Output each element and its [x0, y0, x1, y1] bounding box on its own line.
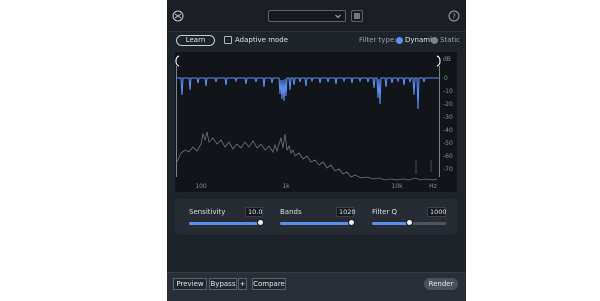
db-tick: -10 — [443, 88, 453, 95]
bands-label: Bands — [280, 208, 302, 216]
parameter-panel: Sensitivity 10.0 Bands 1020 Filter Q 100… — [175, 199, 457, 235]
logo-icon[interactable] — [172, 10, 184, 22]
filter-q-slider[interactable] — [372, 219, 446, 226]
db-tick: -70 — [443, 166, 453, 173]
adaptive-mode-label: Adaptive mode — [235, 36, 289, 44]
bands-slider-thumb[interactable] — [348, 219, 356, 226]
right-bracket-handle[interactable] — [436, 55, 441, 67]
filter-type-label: Filter type: — [359, 36, 397, 44]
db-tick: -60 — [443, 153, 453, 160]
chevron-down-icon — [335, 14, 341, 19]
static-label: Static — [440, 36, 461, 44]
sensitivity-slider-fill — [189, 222, 261, 225]
filter-type-static-radio[interactable] — [431, 37, 438, 44]
sensitivity-label: Sensitivity — [189, 208, 226, 216]
filter-curve — [177, 77, 439, 110]
preview-button[interactable]: Preview — [173, 278, 207, 290]
menu-button[interactable] — [351, 10, 363, 22]
db-tick: -30 — [443, 114, 453, 121]
learn-button[interactable]: Learn — [176, 35, 215, 46]
hamburger-menu-icon — [354, 13, 360, 19]
filter-q-slider-thumb[interactable] — [405, 219, 413, 226]
filter-q-label: Filter Q — [372, 208, 398, 216]
filter-q-value[interactable]: 1000 — [427, 207, 447, 217]
help-icon[interactable]: ? — [448, 10, 460, 22]
filter-type-dynamic-radio[interactable] — [396, 37, 403, 44]
bands-slider[interactable] — [280, 219, 356, 226]
sensitivity-slider-thumb[interactable] — [257, 219, 265, 226]
bands-slider-fill — [280, 222, 352, 225]
sensitivity-value[interactable]: 10.0 — [245, 207, 263, 217]
sensitivity-slider[interactable] — [189, 219, 265, 226]
adaptive-mode-checkbox[interactable] — [224, 36, 232, 44]
bands-value[interactable]: 1020 — [336, 207, 356, 217]
hz-label: Hz — [429, 183, 437, 190]
spectrum-svg: dB 0 -10 -20 -30 -40 -50 -60 -70 100 1k … — [175, 55, 453, 190]
compare-button[interactable]: Compare — [252, 278, 286, 290]
db-tick: -50 — [443, 140, 453, 147]
spectrum-graph[interactable]: dB 0 -10 -20 -30 -40 -50 -60 -70 100 1k … — [175, 52, 457, 192]
preset-dropdown[interactable] — [268, 10, 346, 22]
filter-q-slider-fill — [372, 222, 409, 225]
db-tick: -40 — [443, 127, 453, 134]
plugin-window: ? Learn Adaptive mode Filter type: Dynam… — [167, 0, 466, 301]
bypass-plus-button[interactable]: + — [238, 278, 247, 290]
spectrum-trace — [176, 131, 438, 181]
db-tick: 0 — [444, 75, 448, 82]
svg-text:?: ? — [452, 13, 456, 21]
freq-tick: 10k — [391, 183, 403, 190]
freq-tick: 1k — [282, 183, 290, 190]
bypass-button[interactable]: Bypass — [209, 278, 237, 290]
left-bracket-handle[interactable] — [175, 55, 180, 67]
footer-bar: Preview Bypass + Compare Render — [167, 272, 466, 301]
header-bar: ? — [167, 0, 466, 32]
render-button[interactable]: Render — [424, 278, 458, 290]
db-tick: -20 — [443, 101, 453, 108]
freq-tick: 100 — [195, 183, 207, 190]
db-axis-label: dB — [443, 56, 451, 63]
